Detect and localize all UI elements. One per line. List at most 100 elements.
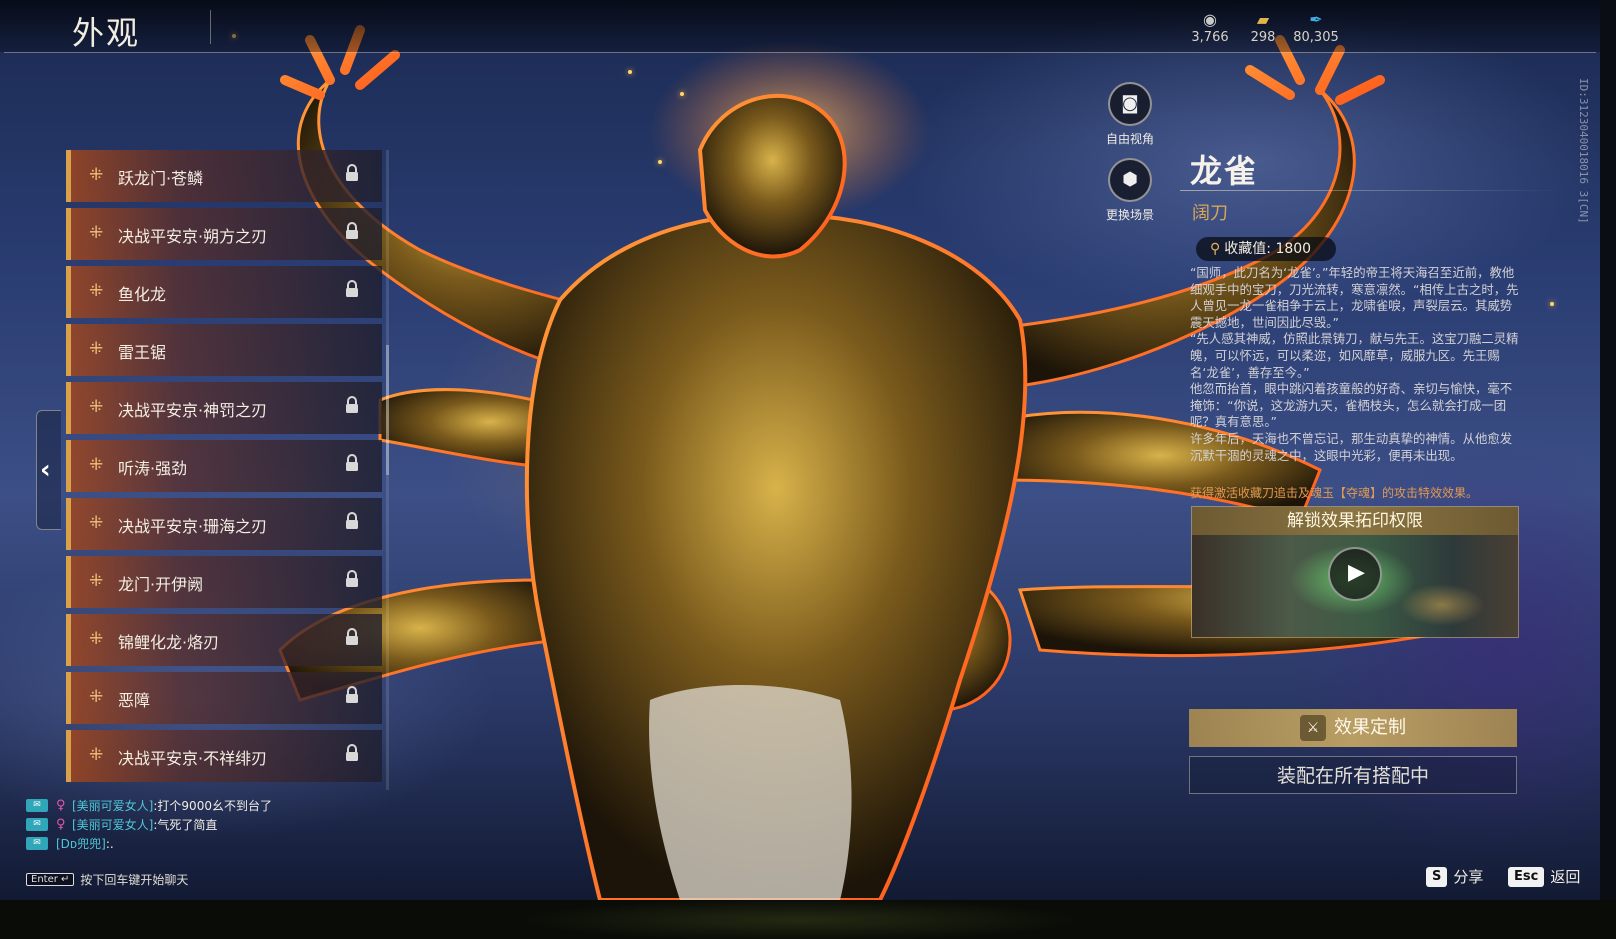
- effect-note: 获得激活收藏刀追击及魂玉【夺魂】的攻击特效效果。: [1190, 486, 1479, 500]
- back-button[interactable]: Esc 返回: [1508, 866, 1580, 887]
- currency-feather[interactable]: ✒ 80,305: [1286, 10, 1346, 45]
- back-key: Esc: [1508, 866, 1545, 887]
- share-button[interactable]: S 分享: [1426, 866, 1483, 887]
- skin-name: 龙雀: [1190, 152, 1259, 190]
- skin-list-item[interactable]: ⁜ 锦鲤化龙·烙刃: [66, 614, 382, 666]
- skin-item-icon: ⁜: [89, 455, 104, 475]
- skin-item-icon: ⁜: [89, 339, 104, 359]
- ticket-icon: ▰: [1256, 10, 1270, 29]
- skin-item-label: 龙门·开伊阙: [118, 575, 204, 594]
- female-icon: ♀: [56, 817, 66, 832]
- cube-icon: ⬢: [1108, 158, 1152, 202]
- ember-particle: [1550, 302, 1554, 306]
- chat-sender[interactable]: [美丽可爱女人]: [72, 816, 153, 833]
- collection-label: 收藏值:: [1224, 241, 1271, 257]
- lock-icon: [346, 628, 358, 645]
- skin-list-item[interactable]: ⁜ 决战平安京·神罚之刃: [66, 382, 382, 434]
- skin-item-label: 决战平安京·不祥绯刃: [118, 749, 268, 768]
- skin-item-label: 恶障: [118, 691, 151, 710]
- chat-hint-text: 按下回车键开始聊天: [80, 873, 189, 887]
- chat-input-hint[interactable]: Enter ↵ 按下回车键开始聊天: [26, 871, 188, 888]
- page-title: 外观: [72, 14, 141, 52]
- chat-sender[interactable]: [Dᴅ兜兜]: [56, 835, 106, 852]
- customize-effect-button[interactable]: ⚔ 效果定制: [1189, 709, 1517, 747]
- enter-key-icon: Enter ↵: [26, 873, 75, 886]
- skin-item-label: 跃龙门·苍鳞: [118, 169, 204, 188]
- female-icon: ♀: [56, 798, 66, 813]
- skin-item-label: 决战平安京·神罚之刃: [118, 401, 268, 420]
- ember-particle: [658, 160, 662, 164]
- free-view-label: 自由视角: [1105, 132, 1154, 146]
- lore-paragraph: “国师，此刀名为‘龙雀’。”年轻的帝王将天海召至近前，教他细观手中的宝刀，刀光流…: [1190, 265, 1519, 330]
- skin-list-item[interactable]: ⁜ 听涛·强劲: [66, 440, 382, 492]
- game-viewport[interactable]: 外观 ◉ 3,766 ▰ 298 ✒ 80,305 ‹ ⁜ 跃龙门·苍鳞 ⁜ 决战平安…: [0, 0, 1600, 900]
- skin-list-item[interactable]: ⁜ 跃龙门·苍鳞: [66, 150, 382, 202]
- unlock-effect-panel[interactable]: 解锁效果拓印权限 ▶: [1191, 506, 1519, 638]
- window-edge: [1600, 0, 1616, 900]
- skin-list-item[interactable]: ⁜ 恶障: [66, 672, 382, 724]
- lock-icon: [346, 744, 358, 761]
- skin-item-label: 决战平安京·珊海之刃: [118, 517, 268, 536]
- header-divider: [4, 52, 1596, 53]
- chat-message: ✉ [Dᴅ兜兜] :.: [26, 834, 272, 853]
- skin-item-icon: ⁜: [89, 281, 104, 301]
- chat-text: :.: [105, 836, 114, 851]
- chat-channel-icon: ✉: [26, 818, 48, 831]
- skin-list-scroll-thumb[interactable]: [386, 345, 389, 475]
- chat-text: :气死了简直: [153, 818, 218, 832]
- header-bar: [0, 0, 1600, 52]
- chat-log: ✉ ♀ [美丽可爱女人] :打个9000幺不到台了 ✉ ♀ [美丽可爱女人] :…: [26, 796, 272, 853]
- chat-text: :打个9000幺不到台了: [153, 799, 272, 813]
- currency-silver[interactable]: ◉ 3,766: [1180, 10, 1240, 45]
- customize-label: 效果定制: [1334, 717, 1406, 738]
- skin-item-icon: ⁜: [89, 745, 104, 765]
- free-view-button[interactable]: ◙ 自由视角: [1102, 82, 1158, 147]
- skin-item-icon: ⁜: [89, 513, 104, 533]
- skin-list-item[interactable]: ⁜ 龙门·开伊阙: [66, 556, 382, 608]
- chat-channel-icon: ✉: [26, 799, 48, 812]
- weapon-type: 阔刀: [1192, 203, 1228, 224]
- change-scene-label: 更换场景: [1105, 208, 1154, 222]
- skin-item-label: 锦鲤化龙·烙刃: [118, 633, 220, 652]
- equip-all-button[interactable]: 装配在所有搭配中: [1189, 756, 1517, 794]
- player-id: ID:3123040018016 3[CN]: [1577, 78, 1590, 224]
- back-label: 返回: [1550, 868, 1581, 886]
- skin-list-item[interactable]: ⁜ 决战平安京·不祥绯刃: [66, 730, 382, 782]
- ember-particle: [680, 92, 684, 96]
- name-underline: [1180, 190, 1560, 191]
- chat-channel-icon: ✉: [26, 837, 48, 850]
- collapse-panel-button[interactable]: ‹: [36, 410, 61, 530]
- currency-value: 80,305: [1293, 30, 1339, 45]
- bottom-letterbox: [0, 900, 1616, 939]
- skin-list-item[interactable]: ⁜ 决战平安京·珊海之刃: [66, 498, 382, 550]
- unlock-effect-title: 解锁效果拓印权限: [1192, 507, 1518, 535]
- play-button[interactable]: ▶: [1328, 547, 1382, 601]
- lore-text: “国师，此刀名为‘龙雀’。”年轻的帝王将天海召至近前，教他细观手中的宝刀，刀光流…: [1190, 265, 1520, 464]
- skin-item-icon: ⁜: [89, 571, 104, 591]
- skin-item-icon: ⁜: [89, 397, 104, 417]
- lore-paragraph: 许多年后，天海也不曾忘记，那生动真挚的神情。从他愈发沉默干涸的灵魂之中，这眼中光…: [1190, 430, 1513, 463]
- collection-icon: ⚲: [1210, 241, 1221, 257]
- skin-list-item[interactable]: ⁜ 雷王锯: [66, 324, 382, 376]
- change-scene-button[interactable]: ⬢ 更换场景: [1102, 158, 1158, 223]
- ember-particle: [628, 70, 632, 74]
- chat-sender[interactable]: [美丽可爱女人]: [72, 797, 153, 814]
- skin-list-item[interactable]: ⁜ 决战平安京·朔方之刃: [66, 208, 382, 260]
- lock-icon: [346, 164, 358, 181]
- currency-value: 3,766: [1191, 30, 1229, 45]
- coin-stack-icon: ◉: [1203, 10, 1217, 29]
- chat-message: ✉ ♀ [美丽可爱女人] :气死了简直: [26, 815, 272, 834]
- skin-item-icon: ⁜: [89, 165, 104, 185]
- share-key: S: [1426, 866, 1448, 887]
- skin-list-item[interactable]: ⁜ 鱼化龙: [66, 266, 382, 318]
- skin-item-label: 鱼化龙: [118, 285, 167, 304]
- play-icon: ▶: [1348, 560, 1365, 585]
- lock-icon: [346, 512, 358, 529]
- currency-ticket[interactable]: ▰ 298: [1233, 10, 1293, 45]
- effect-preview-video[interactable]: ▶: [1192, 535, 1518, 637]
- share-label: 分享: [1453, 868, 1484, 886]
- skin-list[interactable]: ⁜ 跃龙门·苍鳞 ⁜ 决战平安京·朔方之刃 ⁜ 鱼化龙 ⁜ 雷王锯 ⁜ 决战平安京·神罚之刃 ⁜ 听涛…: [66, 150, 382, 788]
- title-divider: [210, 10, 211, 44]
- collection-value-badge: ⚲ 收藏值: 1800: [1196, 237, 1336, 261]
- camera-icon: ◙: [1108, 82, 1152, 126]
